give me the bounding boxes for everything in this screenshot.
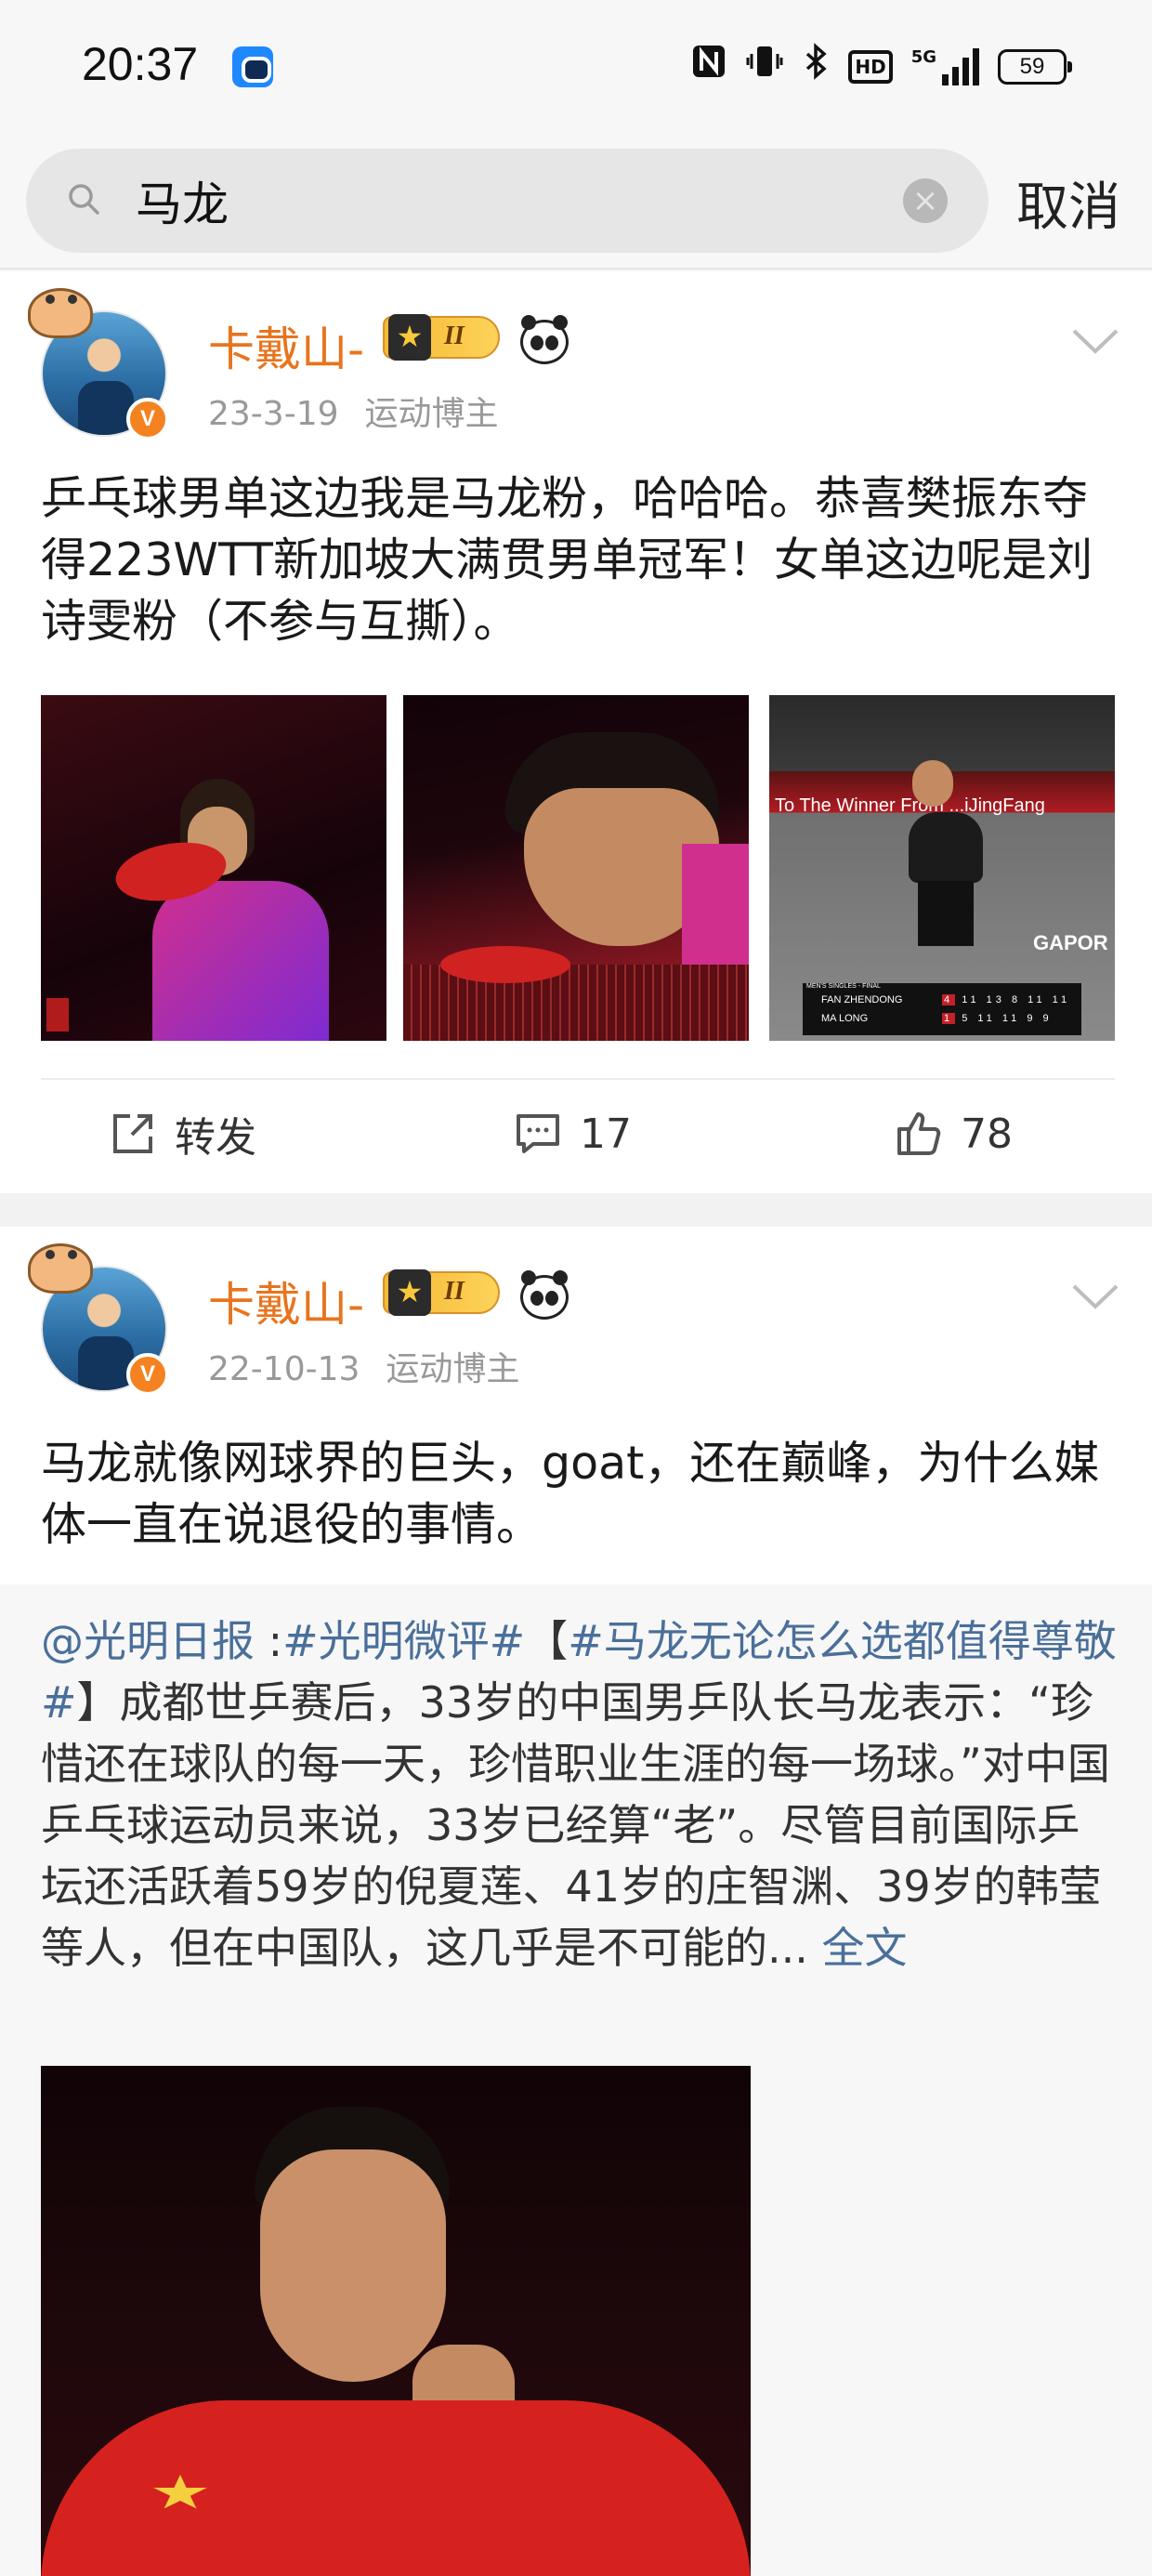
search-header: × 取消 — [0, 139, 1152, 269]
scoreboard: MEN'S SINGLES - FINAL FAN ZHENDONG MA LO… — [803, 983, 1081, 1035]
thumbs-up-icon — [897, 1112, 941, 1155]
user-tag: 运动博主 — [364, 395, 499, 433]
retweet-text: @光明日报 :#光明微评#【#马龙无论怎么选都值得尊敬#】成都世乒赛后，33岁的… — [41, 1616, 1117, 1973]
image-grid: To The Winner From ...iJingFang GAPOR ME… — [41, 695, 1115, 1041]
search-icon — [69, 184, 99, 215]
comment-icon — [517, 1114, 559, 1153]
repost-label: 转发 — [175, 1114, 256, 1162]
vibrate-icon — [746, 43, 783, 92]
post-image-3[interactable]: To The Winner From ...iJingFang GAPOR ME… — [769, 695, 1115, 1041]
status-icons: HD 5G 59 — [690, 42, 1072, 92]
status-time: 20:37 — [82, 38, 199, 90]
player-2-score: 1 5 11 11 9 9 — [942, 1013, 1053, 1024]
chevron-down-icon[interactable] — [1070, 327, 1120, 355]
nfc-icon — [690, 43, 727, 92]
crown-icon: ★ — [388, 1269, 431, 1316]
network-type: 5G — [910, 47, 936, 67]
verified-icon: V — [126, 398, 169, 440]
post-actions: 转发 17 78 — [41, 1078, 1115, 1189]
clear-icon[interactable]: × — [903, 178, 948, 223]
username[interactable]: 卡戴山- — [208, 312, 364, 379]
avatar[interactable]: V — [28, 1243, 182, 1398]
retweet-body: 】成都世乒赛后，33岁的中国男乒队长马龙表示：“珍惜还在球队的每一天，珍惜职业生… — [41, 1677, 1110, 1973]
player-2-name: MA LONG — [821, 1013, 869, 1024]
app-notification-icon — [232, 46, 273, 87]
share-icon — [113, 1114, 152, 1153]
verified-icon: V — [126, 1353, 169, 1396]
cat-pendant-icon — [28, 288, 93, 338]
user-tag: 运动博主 — [386, 1350, 520, 1388]
post-divider — [0, 1193, 1152, 1227]
hd-icon: HD — [848, 50, 893, 84]
search-box[interactable]: × — [26, 149, 988, 253]
vip-level: II — [444, 322, 465, 350]
vip-badge[interactable]: ★ II — [383, 314, 500, 361]
username[interactable]: 卡戴山- — [208, 1268, 364, 1334]
retweet-image[interactable] — [41, 2066, 751, 2576]
bluetooth-icon — [802, 42, 830, 92]
chevron-down-icon[interactable] — [1070, 1282, 1120, 1310]
retweet-card[interactable]: @光明日报 :#光明微评#【#马龙无论怎么选都值得尊敬#】成都世乒赛后，33岁的… — [0, 1584, 1152, 2576]
player-1-score: 4 11 13 8 11 11 — [942, 994, 1071, 1005]
ad-board-text: GAPOR — [1033, 931, 1108, 954]
like-count: 78 — [961, 1110, 1013, 1158]
post-text: 马龙就像网球界的巨头，goat，还在巅峰，为什么媒体一直在说退役的事情。 — [41, 1437, 1100, 1551]
post-image-2[interactable] — [403, 695, 749, 1041]
post-image-1[interactable] — [41, 695, 386, 1041]
post-text: 乒乓球男单这边我是马龙粉，哈哈哈。恭喜樊振东夺得223WTT新加坡大满贯男单冠军… — [41, 472, 1093, 648]
mention-link[interactable]: @光明日报 — [41, 1616, 255, 1666]
comment-count: 17 — [580, 1110, 632, 1158]
post-meta: 22-10-13 运动博主 — [208, 1342, 519, 1390]
like-button[interactable]: 78 — [894, 1106, 1013, 1162]
post-meta: 23-3-19 运动博主 — [208, 387, 499, 435]
cancel-button[interactable]: 取消 — [1016, 165, 1120, 241]
battery-icon: 59 — [998, 49, 1072, 85]
search-input[interactable] — [136, 171, 879, 230]
panda-icon — [520, 315, 569, 364]
vip-badge[interactable]: ★ II — [383, 1269, 500, 1316]
player-1-name: FAN ZHENDONG — [821, 994, 903, 1005]
panda-icon — [520, 1270, 569, 1320]
post-date: 23-3-19 — [208, 395, 339, 433]
repost-button[interactable]: 转发 — [108, 1106, 256, 1162]
signal-icon — [942, 48, 979, 85]
avatar[interactable]: V — [28, 288, 182, 442]
full-text-link[interactable]: 全文 — [822, 1923, 908, 1973]
vip-level: II — [444, 1277, 465, 1306]
hashtag-link[interactable]: #光明微评# — [282, 1616, 525, 1666]
status-bar: 20:37 HD 5G 59 — [0, 0, 1152, 139]
cat-pendant-icon — [28, 1243, 93, 1294]
post-date: 22-10-13 — [208, 1350, 360, 1388]
post-card[interactable]: V 卡戴山- ★ II 23-3-19 运动博主 乒乓球男单这边我是马龙粉，哈哈哈… — [0, 271, 1152, 1193]
crown-icon: ★ — [388, 314, 431, 361]
comment-button[interactable]: 17 — [513, 1106, 632, 1162]
banner-text: To The Winner From ...iJingFang — [775, 795, 1045, 816]
